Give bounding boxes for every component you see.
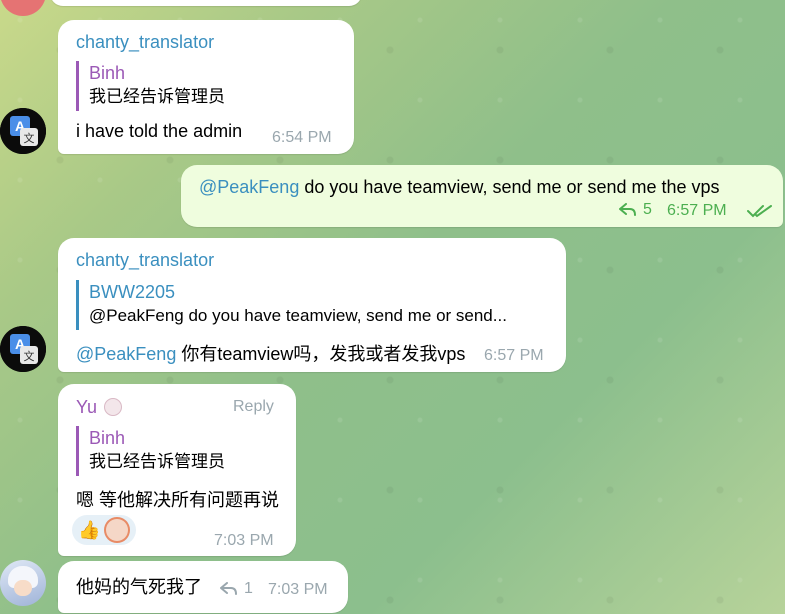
message-time: 7:03 PM <box>214 532 274 549</box>
avatar-face <box>14 580 32 596</box>
replies-count[interactable]: 5 <box>619 201 652 219</box>
message-text: @PeakFeng 你有teamview吗，发我或者发我vps <box>76 340 465 366</box>
translator-avatar[interactable]: A 文 <box>0 108 46 154</box>
reply-quote[interactable]: Binh 我已经告诉管理员 <box>76 426 276 476</box>
outgoing-message-bubble[interactable]: @PeakFeng do you have teamview, send me … <box>181 165 783 227</box>
quote-sender: Binh <box>89 428 126 448</box>
reply-arrow-icon <box>619 203 636 216</box>
message-bubble[interactable]: chanty_translator Binh 我已经告诉管理员 i have t… <box>58 20 354 154</box>
double-check-icon <box>747 205 772 218</box>
reply-quote[interactable]: Binh 我已经告诉管理员 <box>76 61 336 111</box>
message-time: 6:54 PM <box>272 129 332 146</box>
reply-count: 1 <box>244 580 253 597</box>
reply-quote[interactable]: BWW2205 @PeakFeng do you have teamview, … <box>76 280 546 330</box>
sender-emoji-status-icon <box>104 398 122 416</box>
translator-avatar[interactable]: A 文 <box>0 326 46 372</box>
thumbs-up-icon: 👍 <box>78 519 101 541</box>
message-time: 7:03 PM <box>268 581 328 598</box>
translate-avatar-icon: A 文 <box>0 108 46 154</box>
mention-link[interactable]: @PeakFeng <box>199 177 299 197</box>
message-bubble[interactable]: Yu Reply Binh 我已经告诉管理员 嗯 等他解决所有问题再说 👍 7:… <box>58 384 296 556</box>
message-bubble[interactable]: chanty_translator BWW2205 @PeakFeng do y… <box>58 238 566 372</box>
quote-sender: BWW2205 <box>89 282 176 302</box>
mention-link[interactable]: @PeakFeng <box>76 344 176 364</box>
message-body: do you have teamview, send me or send me… <box>299 177 720 197</box>
message-bubble[interactable]: 他妈的气死我了 1 7:03 PM <box>58 561 348 613</box>
sender-name[interactable]: Yu <box>76 397 97 418</box>
reply-arrow-icon <box>220 582 237 595</box>
reaction-chip[interactable]: 👍 <box>72 515 136 545</box>
quote-text: 我已经告诉管理员 <box>89 452 225 471</box>
message-text: @PeakFeng do you have teamview, send me … <box>199 177 720 198</box>
quote-text: @PeakFeng do you have teamview, send me … <box>89 306 507 325</box>
previous-message-bubble[interactable] <box>50 0 362 6</box>
avatar[interactable] <box>0 0 46 16</box>
sender-name[interactable]: chanty_translator <box>76 32 214 53</box>
quote-text: 我已经告诉管理员 <box>89 87 225 106</box>
yu-avatar[interactable] <box>0 560 46 606</box>
message-time: 6:57 PM <box>484 347 544 364</box>
message-body: 你有teamview吗，发我或者发我vps <box>176 344 466 364</box>
sender-name[interactable]: chanty_translator <box>76 250 214 271</box>
quote-sender: Binh <box>89 63 126 83</box>
message-time: 6:57 PM <box>667 202 727 219</box>
message-text: 嗯 等他解决所有问题再说 <box>76 490 279 510</box>
translate-avatar-icon: A 文 <box>0 326 46 372</box>
reactor-avatar[interactable] <box>104 517 130 543</box>
svg-text:文: 文 <box>24 131 35 145</box>
reply-button[interactable]: Reply <box>233 398 274 416</box>
reply-count: 5 <box>643 201 652 218</box>
message-text: i have told the admin <box>76 121 243 141</box>
svg-text:文: 文 <box>24 349 35 363</box>
message-text: 他妈的气死我了 <box>76 577 202 597</box>
replies-count[interactable]: 1 <box>220 580 253 598</box>
